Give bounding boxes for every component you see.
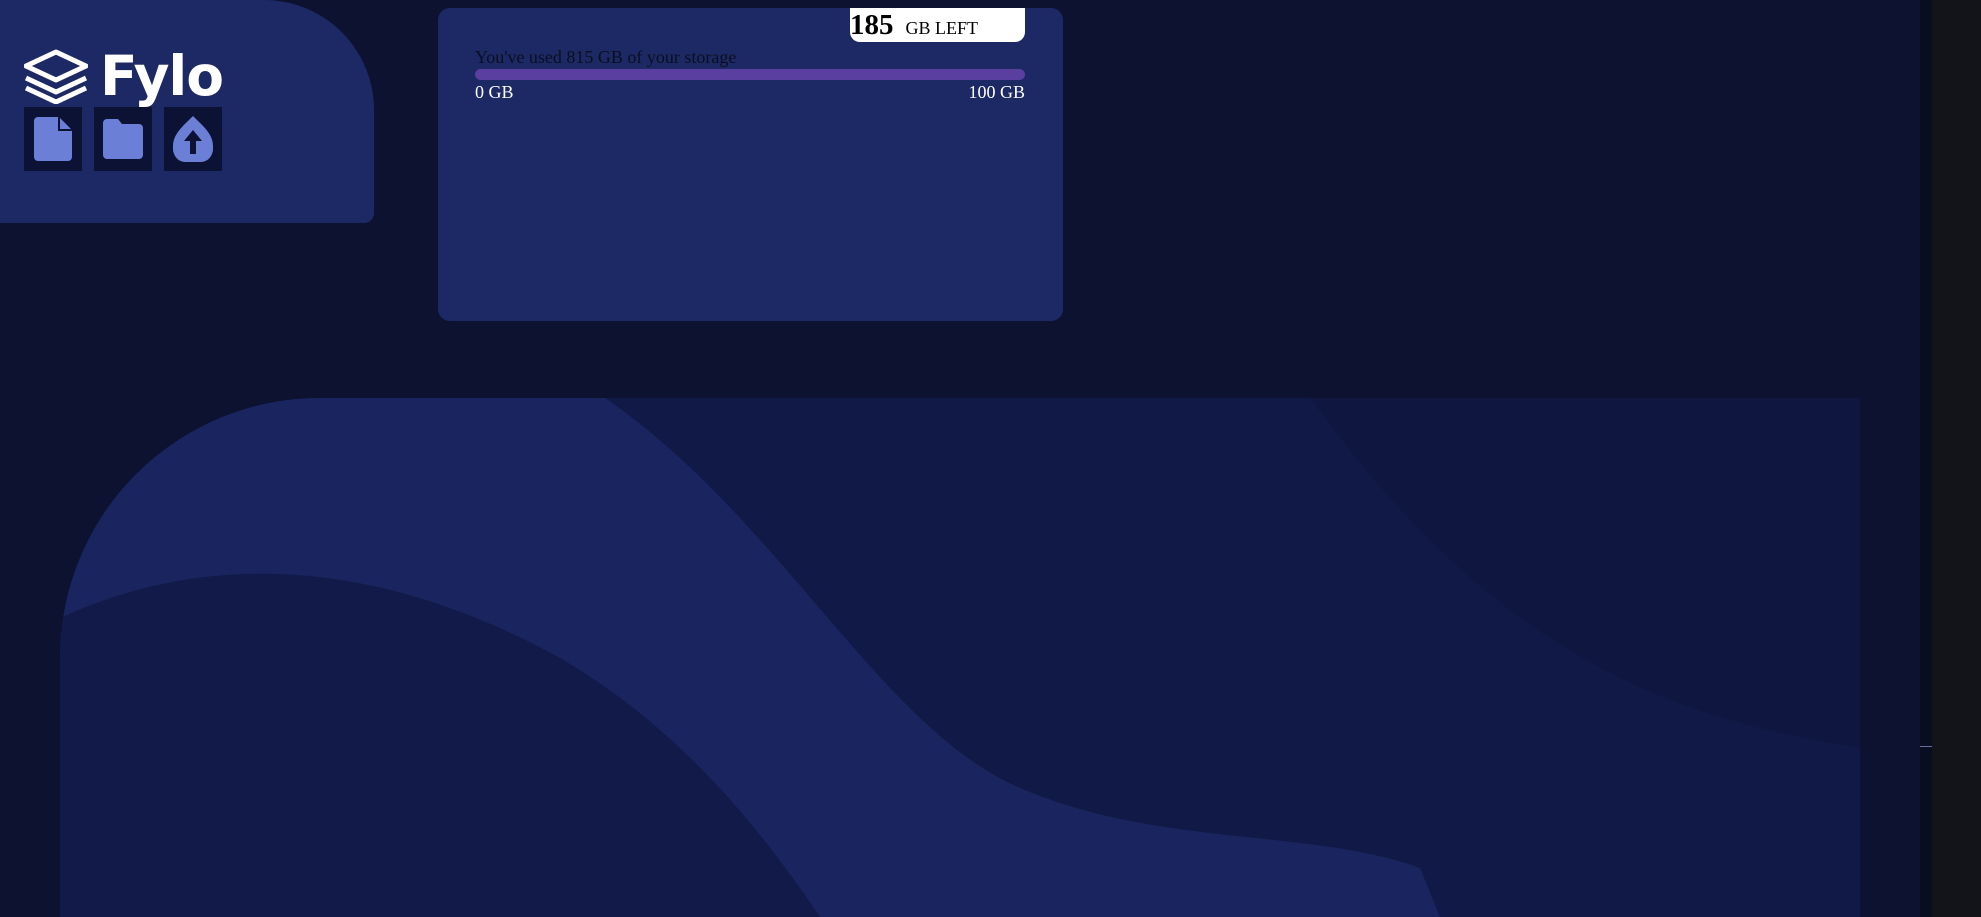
document-icon [34, 117, 72, 161]
storage-max-label: 100 GB [968, 82, 1025, 102]
folder-button[interactable] [94, 107, 152, 171]
storage-remaining-unit: GB LEFT [905, 18, 979, 38]
folder-icon [103, 119, 143, 159]
scrollbar-thumb-marker[interactable] [1920, 746, 1932, 747]
storage-progress-fill [475, 69, 1025, 80]
storage-remaining-badge: 185 GB LEFT [850, 8, 1025, 42]
scrollbar-track[interactable] [1920, 0, 1932, 917]
background-wave [60, 398, 1860, 917]
storage-card: You've used 815 GB of your storage 0 GB … [438, 8, 1063, 321]
logo-text: Fylo [100, 43, 224, 108]
layers-logo-icon [24, 49, 88, 104]
storage-remaining-value: 185 [850, 8, 894, 41]
window-edge [1932, 0, 1981, 917]
document-button[interactable] [24, 107, 82, 171]
toolbar [24, 107, 222, 171]
logo: Fylo [24, 43, 224, 108]
upload-button[interactable] [164, 107, 222, 171]
storage-progress-bar [475, 69, 1025, 80]
logo-card: Fylo [0, 0, 374, 223]
upload-icon [173, 116, 213, 162]
storage-usage-text: You've used 815 GB of your storage [475, 47, 737, 67]
storage-min-label: 0 GB [475, 82, 514, 102]
